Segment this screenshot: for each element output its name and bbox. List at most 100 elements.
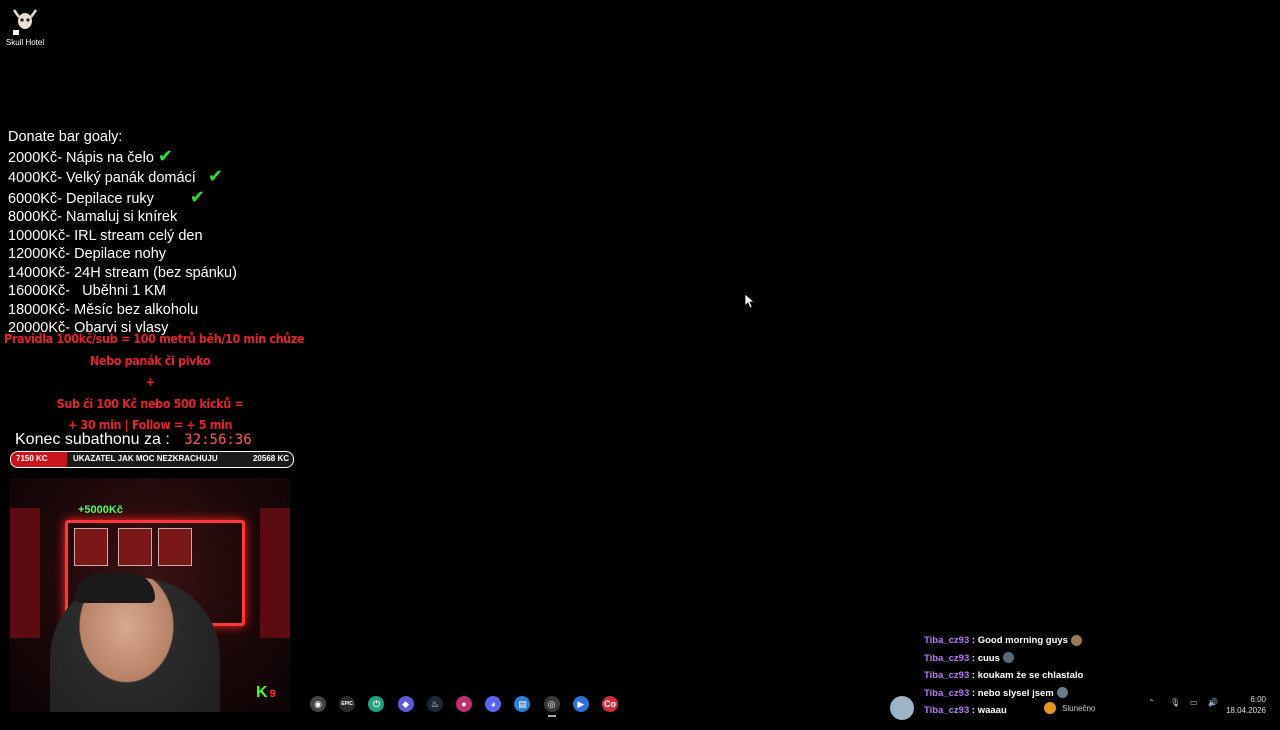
taskbar: ◉ EPIC ⏻ ◆ ♨ ● ◕ ▤ ◎ ▶ Co Slunečno ⌃ 🎙 ▭ 🔊 6:00 18… bbox=[300, 688, 1280, 720]
donate-goal-separator: - bbox=[65, 283, 75, 299]
donate-goals-overlay: Donate bar goaly: 2000Kč- Nápis na čelo ✔… bbox=[8, 128, 308, 338]
mouse-cursor-icon bbox=[745, 294, 755, 309]
donate-goal-separator: - bbox=[57, 209, 67, 225]
donation-meter-left-value: 7150 KC bbox=[16, 454, 48, 463]
donate-goal-amount: 8000Kč bbox=[8, 209, 58, 225]
rules-line: Nebo panák či pivko bbox=[89, 352, 211, 368]
epic-games-icon[interactable]: EPIC bbox=[339, 696, 356, 712]
sun-icon bbox=[1044, 702, 1056, 714]
power-app-icon[interactable]: ⏻ bbox=[368, 696, 385, 712]
donation-meter: 7150 KC UKAZATEL JAK MOC NEZKRACHUJU 205… bbox=[10, 451, 294, 468]
weather-label: Slunečno bbox=[1062, 704, 1096, 713]
donate-goal-row: 10000Kč- IRL stream celý den bbox=[8, 227, 308, 246]
chat-message: Tiba_cz93 : cuus bbox=[924, 650, 1264, 668]
weather-widget[interactable]: Slunečno bbox=[890, 688, 1095, 720]
check-icon: ✔ bbox=[207, 166, 223, 186]
donation-meter-right-value: 20568 KC bbox=[252, 454, 289, 463]
chrome-icon[interactable]: ◉ bbox=[310, 696, 326, 712]
chat-emote-icon bbox=[1070, 634, 1082, 646]
donate-goal-amount: 18000Kč bbox=[8, 301, 66, 318]
donation-meter-label: UKAZATEL JAK MOC NEZKRACHUJU bbox=[73, 454, 218, 463]
steam-icon[interactable]: ♨ bbox=[426, 696, 443, 712]
kick-viewer-badge: K9 bbox=[256, 684, 276, 702]
donate-goal-amount: 10000Kč bbox=[8, 227, 66, 244]
donate-goal-amount: 2000Kč bbox=[8, 149, 58, 166]
check-icon: ✔ bbox=[189, 186, 205, 207]
donate-goal-row: 6000Kč- Depilace ruky ✔ bbox=[8, 186, 308, 209]
donate-goal-text: IRL stream celý den bbox=[74, 227, 203, 244]
donate-goal-text: Depilace nohy bbox=[74, 246, 167, 262]
check-icon: ✔ bbox=[157, 145, 173, 166]
desktop-shortcut-skull-hotel[interactable]: Skull Hotel bbox=[2, 6, 48, 47]
rules-line: Sub či 100 Kč nebo 500 kicků = bbox=[56, 395, 244, 411]
volume-icon[interactable]: 🔊 bbox=[1208, 698, 1218, 730]
webcam-overlay-label: +5000Kč bbox=[78, 504, 123, 516]
donate-goal-text: Měsíc bez alkoholu bbox=[74, 301, 199, 318]
desktop-shortcut-label: Skull Hotel bbox=[5, 38, 45, 47]
streamer-app-icon[interactable]: ▶ bbox=[572, 696, 589, 712]
donate-goals-heading: Donate bar goaly: bbox=[8, 129, 123, 145]
rec-app-icon[interactable]: Co bbox=[602, 696, 618, 712]
streamer-cap bbox=[75, 573, 155, 603]
obs-icon[interactable]: ◎ bbox=[543, 696, 560, 717]
notepad-icon[interactable]: ▤ bbox=[514, 696, 531, 712]
donate-goal-amount: 6000Kč bbox=[8, 190, 58, 207]
donate-goal-row: 12000Kč- Depilace nohy bbox=[8, 245, 308, 264]
donate-goal-amount: 4000Kč bbox=[8, 170, 58, 186]
wall-poster bbox=[158, 528, 192, 566]
wall-poster bbox=[74, 528, 108, 566]
donate-goal-text: Nápis na čelo bbox=[66, 149, 154, 166]
wall-banner-left bbox=[10, 508, 40, 638]
donate-goal-text: Uběhni 1 KM bbox=[74, 283, 166, 299]
tray-chevron-icon[interactable]: ⌃ bbox=[1148, 698, 1155, 730]
display-icon[interactable]: ▭ bbox=[1190, 698, 1198, 730]
kick-viewer-count: 9 bbox=[269, 688, 276, 700]
system-time: 6:00 bbox=[1250, 695, 1266, 704]
chat-emote-icon bbox=[1002, 652, 1014, 664]
donate-goal-text: Velký panák domácí bbox=[66, 170, 196, 186]
donate-goal-row: 4000Kč- Velký panák domácí ✔ bbox=[8, 167, 308, 188]
webcam-feed: +5000Kč K9 bbox=[10, 478, 290, 712]
chat-message-text: Good morning guys bbox=[977, 635, 1068, 646]
donate-goal-separator: - bbox=[65, 264, 75, 281]
donate-goal-row: 14000Kč- 24H stream (bez spánku) bbox=[8, 264, 308, 283]
chat-username: Tiba_cz93 bbox=[924, 670, 970, 681]
diamond-app-icon[interactable]: ◆ bbox=[397, 696, 414, 712]
rules-line: + bbox=[145, 374, 155, 389]
donate-goal-row: 18000Kč- Měsíc bez alkoholu bbox=[8, 301, 308, 320]
chat-username: Tiba_cz93 bbox=[924, 652, 970, 664]
donate-goal-amount: 16000Kč bbox=[8, 283, 66, 299]
subathon-countdown: 32:56:36 bbox=[184, 432, 252, 448]
rules-line: Pravidla 100kč/sub = 100 metrů běh/10 mi… bbox=[4, 331, 305, 346]
chat-message-text: koukam že se chlastalo bbox=[977, 670, 1084, 681]
donate-goal-amount: 14000Kč bbox=[8, 264, 66, 281]
subathon-rules-overlay: Pravidla 100kč/sub = 100 metrů běh/10 mi… bbox=[4, 328, 305, 436]
chat-message-text: cuus bbox=[977, 652, 1000, 664]
wall-banner-right bbox=[260, 508, 290, 638]
donate-goal-separator: - bbox=[65, 301, 75, 318]
chat-message: Tiba_cz93 : Good morning guys bbox=[924, 632, 1264, 650]
subathon-timer-label: Konec subathonu za : bbox=[15, 431, 170, 448]
skull-hotel-icon bbox=[12, 9, 38, 35]
donate-goal-separator: - bbox=[57, 170, 67, 186]
location-app-icon[interactable]: ● bbox=[456, 696, 472, 712]
donate-goal-row: 2000Kč- Nápis na čelo ✔ bbox=[8, 145, 308, 168]
donate-goal-row: 16000Kč- Uběhni 1 KM bbox=[8, 282, 308, 301]
wall-poster bbox=[118, 528, 152, 566]
donate-goal-text: Depilace ruky bbox=[66, 190, 154, 207]
donate-goal-separator: - bbox=[65, 227, 75, 244]
subathon-timer: Konec subathonu za : 32:56:36 bbox=[15, 431, 252, 449]
donate-goal-row: 8000Kč- Namaluj si knírek bbox=[8, 208, 308, 227]
donate-goal-separator: - bbox=[57, 190, 67, 207]
donate-goal-text: Namaluj si knírek bbox=[66, 209, 178, 225]
chat-message: Tiba_cz93 : koukam že se chlastalo bbox=[924, 670, 1084, 681]
donate-goal-text: 24H stream (bez spánku) bbox=[74, 264, 237, 281]
donate-goal-amount: 12000Kč bbox=[8, 246, 66, 262]
donate-goal-separator: - bbox=[65, 246, 75, 262]
microphone-icon[interactable]: 🎙 bbox=[1170, 698, 1180, 730]
donate-goal-separator: - bbox=[57, 149, 67, 166]
system-clock[interactable]: 6:00 18.04.2026 bbox=[1226, 694, 1266, 716]
discord-icon[interactable]: ◕ bbox=[485, 696, 502, 712]
donate-goals-list: 2000Kč- Nápis na čelo ✔ 4000Kč- Velký paná… bbox=[8, 145, 308, 338]
system-date: 18.04.2026 bbox=[1225, 706, 1266, 715]
